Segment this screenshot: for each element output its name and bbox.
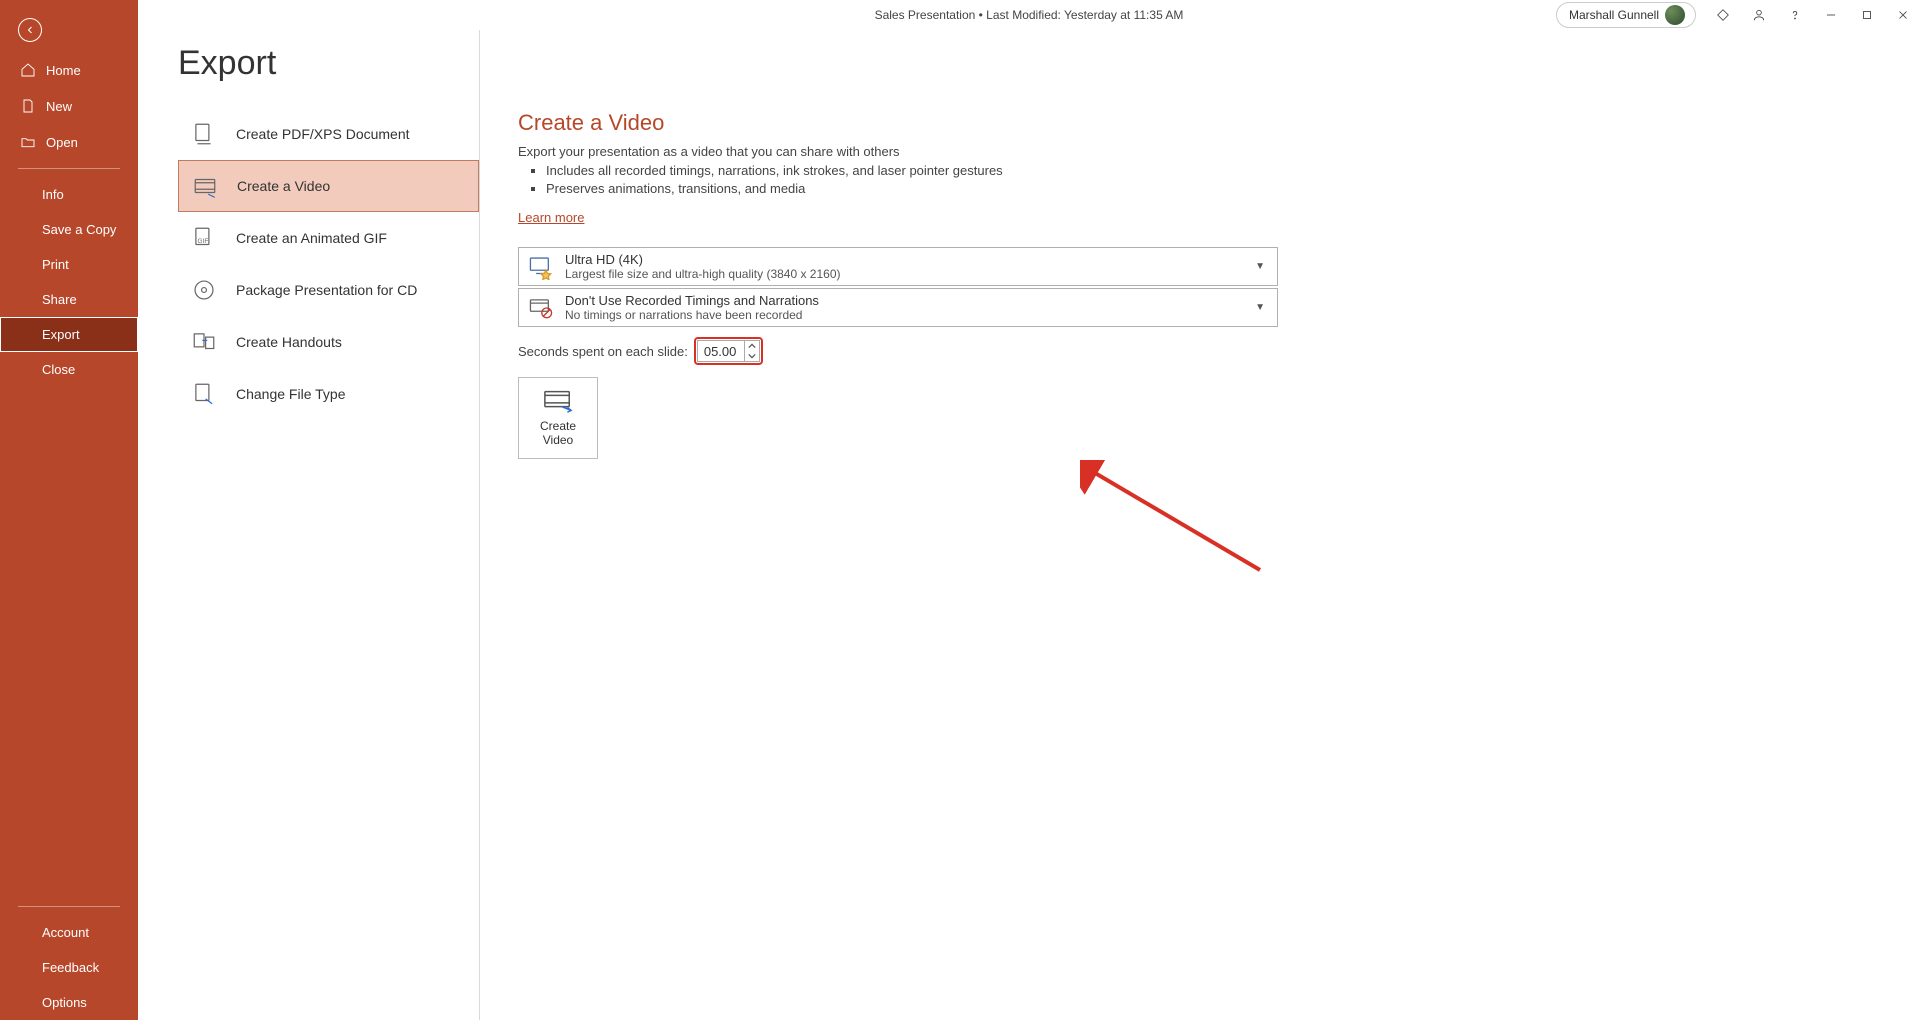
export-option-pdf[interactable]: Create PDF/XPS Document bbox=[178, 108, 479, 160]
gif-icon: GIF bbox=[190, 224, 218, 252]
nav-label: Home bbox=[46, 63, 81, 78]
monitor-star-icon bbox=[527, 253, 555, 281]
handouts-icon bbox=[190, 328, 218, 356]
annotation-arrow bbox=[1080, 460, 1280, 580]
maximize-button[interactable] bbox=[1858, 6, 1876, 24]
nav-feedback[interactable]: Feedback bbox=[0, 950, 138, 985]
detail-subtitle: Export your presentation as a video that… bbox=[518, 144, 1890, 159]
back-button[interactable] bbox=[18, 18, 42, 42]
dropdown-title: Ultra HD (4K) bbox=[565, 252, 1255, 267]
nav-label: New bbox=[46, 99, 72, 114]
nav-share[interactable]: Share bbox=[0, 282, 138, 317]
title-bar: Sales Presentation • Last Modified: Yest… bbox=[138, 0, 1920, 30]
film-no-timing-icon bbox=[527, 294, 555, 322]
film-icon bbox=[191, 172, 219, 200]
nav-label: Open bbox=[46, 135, 78, 150]
user-name: Marshall Gunnell bbox=[1569, 8, 1659, 22]
nav-save-a-copy[interactable]: Save a Copy bbox=[0, 212, 138, 247]
export-options-list: Create PDF/XPS Document Create a Video G… bbox=[138, 30, 480, 1020]
nav-export[interactable]: Export bbox=[0, 317, 138, 352]
cd-icon bbox=[190, 276, 218, 304]
main-area: Create PDF/XPS Document Create a Video G… bbox=[138, 30, 1920, 1020]
file-icon bbox=[20, 98, 36, 114]
close-button[interactable] bbox=[1894, 6, 1912, 24]
create-video-label: Create Video bbox=[540, 419, 576, 447]
create-video-button[interactable]: Create Video bbox=[518, 377, 598, 459]
nav-account[interactable]: Account bbox=[0, 915, 138, 950]
seconds-input[interactable] bbox=[698, 341, 744, 361]
svg-text:GIF: GIF bbox=[198, 238, 209, 245]
export-option-label: Create Handouts bbox=[236, 334, 342, 350]
learn-more-link[interactable]: Learn more bbox=[518, 210, 584, 225]
spinner-down[interactable] bbox=[745, 351, 759, 361]
nav-close[interactable]: Close bbox=[0, 352, 138, 387]
diamond-icon[interactable] bbox=[1714, 6, 1732, 24]
nav-open[interactable]: Open bbox=[0, 124, 138, 160]
bullet-item: Includes all recorded timings, narration… bbox=[546, 163, 1890, 178]
detail-bullets: Includes all recorded timings, narration… bbox=[546, 163, 1890, 196]
avatar bbox=[1665, 5, 1685, 25]
film-arrow-icon bbox=[543, 389, 573, 413]
home-icon bbox=[20, 62, 36, 78]
nav-home[interactable]: Home bbox=[0, 52, 138, 88]
quality-dropdown[interactable]: Ultra HD (4K) Largest file size and ultr… bbox=[518, 247, 1278, 286]
bullet-item: Preserves animations, transitions, and m… bbox=[546, 181, 1890, 196]
export-option-gif[interactable]: GIF Create an Animated GIF bbox=[178, 212, 479, 264]
nav-new[interactable]: New bbox=[0, 88, 138, 124]
divider bbox=[18, 906, 120, 907]
export-option-handouts[interactable]: Create Handouts bbox=[178, 316, 479, 368]
backstage-sidebar: Home New Open Info Save a Copy Print Sha… bbox=[0, 0, 138, 1020]
export-option-label: Create PDF/XPS Document bbox=[236, 126, 410, 142]
seconds-label: Seconds spent on each slide: bbox=[518, 344, 688, 359]
pdf-icon bbox=[190, 120, 218, 148]
help-icon[interactable] bbox=[1786, 6, 1804, 24]
chevron-down-icon: ▼ bbox=[1255, 302, 1269, 313]
change-file-type-icon bbox=[190, 380, 218, 408]
document-title: Sales Presentation • Last Modified: Yest… bbox=[875, 8, 1184, 22]
dropdown-desc: No timings or narrations have been recor… bbox=[565, 308, 1255, 322]
spinner-up[interactable] bbox=[745, 341, 759, 351]
chevron-down-icon: ▼ bbox=[1255, 261, 1269, 272]
folder-open-icon bbox=[20, 134, 36, 150]
minimize-button[interactable] bbox=[1822, 6, 1840, 24]
user-chip[interactable]: Marshall Gunnell bbox=[1556, 2, 1696, 28]
seconds-spinner[interactable] bbox=[697, 340, 760, 362]
export-option-label: Package Presentation for CD bbox=[236, 282, 417, 298]
detail-heading: Create a Video bbox=[518, 110, 1890, 136]
timings-dropdown[interactable]: Don't Use Recorded Timings and Narration… bbox=[518, 288, 1278, 327]
highlight-annotation bbox=[694, 337, 763, 365]
export-option-label: Change File Type bbox=[236, 386, 345, 402]
dropdown-title: Don't Use Recorded Timings and Narration… bbox=[565, 293, 1255, 308]
export-option-label: Create a Video bbox=[237, 178, 330, 194]
dropdown-desc: Largest file size and ultra-high quality… bbox=[565, 267, 1255, 281]
export-option-package-cd[interactable]: Package Presentation for CD bbox=[178, 264, 479, 316]
nav-print[interactable]: Print bbox=[0, 247, 138, 282]
nav-options[interactable]: Options bbox=[0, 985, 138, 1020]
seconds-row: Seconds spent on each slide: bbox=[518, 337, 1890, 365]
export-option-video[interactable]: Create a Video bbox=[178, 160, 479, 212]
export-option-label: Create an Animated GIF bbox=[236, 230, 387, 246]
divider bbox=[18, 168, 120, 169]
export-option-change-file-type[interactable]: Change File Type bbox=[178, 368, 479, 420]
nav-info[interactable]: Info bbox=[0, 177, 138, 212]
person-icon[interactable] bbox=[1750, 6, 1768, 24]
detail-pane: Create a Video Export your presentation … bbox=[480, 30, 1920, 1020]
